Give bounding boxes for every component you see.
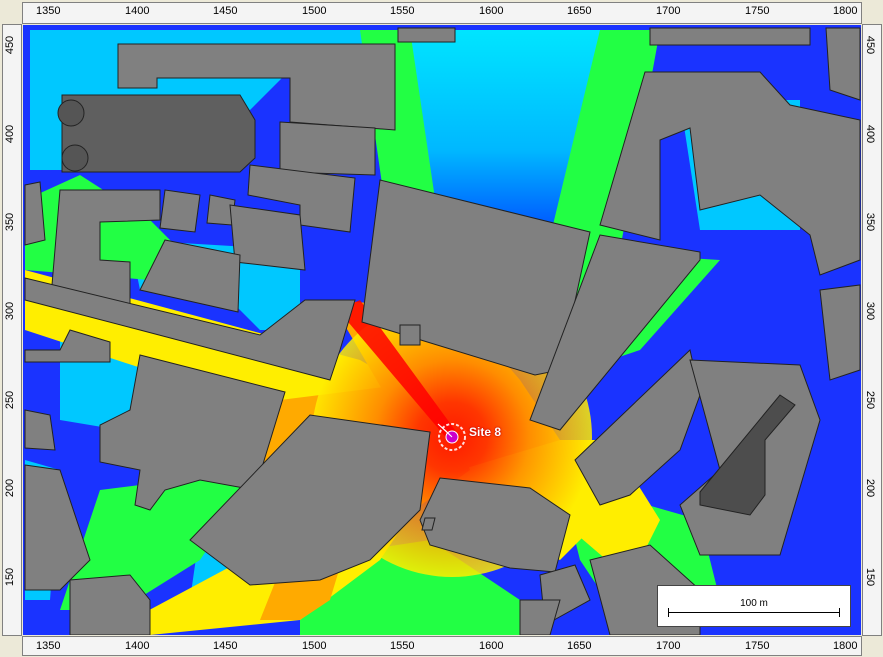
x-tick-label: 1700 — [656, 5, 681, 17]
x-tick-label: 1500 — [302, 640, 327, 652]
x-axis-ruler-bottom: 1350 1400 1450 1500 1550 1600 1650 1700 … — [22, 636, 862, 656]
y-tick-label: 400 — [864, 124, 877, 144]
x-tick-label: 1650 — [567, 640, 592, 652]
building — [159, 189, 201, 233]
x-tick-label: 1400 — [125, 640, 150, 652]
coverage-map[interactable] — [23, 25, 861, 635]
x-tick-label: 1800 — [833, 640, 858, 652]
building — [229, 204, 306, 271]
x-tick-label: 1450 — [213, 640, 238, 652]
y-axis-ruler-right: 450 400 350 300 250 200 150 — [862, 24, 882, 636]
scale-bar: 100 m — [657, 585, 851, 627]
y-tick-label: 150 — [4, 567, 17, 587]
x-tick-label: 1650 — [567, 5, 592, 17]
map-window: 1350 1400 1450 1500 1550 1600 1650 1700 … — [0, 0, 883, 657]
building — [825, 27, 861, 101]
building — [397, 27, 456, 43]
x-tick-label: 1450 — [213, 5, 238, 17]
y-tick-label: 250 — [864, 390, 877, 410]
y-tick-label: 450 — [864, 35, 877, 55]
scale-bar-label: 100 m — [740, 598, 768, 609]
x-tick-label: 1550 — [390, 640, 415, 652]
y-tick-label: 350 — [4, 212, 17, 232]
y-tick-label: 200 — [864, 478, 877, 498]
coverage-map-svg — [23, 25, 861, 635]
building — [61, 94, 256, 173]
site-label: Site 8 — [469, 425, 502, 439]
x-tick-label: 1500 — [302, 5, 327, 17]
y-tick-label: 300 — [864, 301, 877, 321]
y-tick-label: 350 — [864, 212, 877, 232]
building — [649, 27, 811, 46]
x-tick-label: 1350 — [36, 5, 61, 17]
x-tick-label: 1350 — [36, 640, 61, 652]
scale-bar-end — [668, 608, 669, 617]
scale-bar-line — [668, 612, 840, 613]
y-tick-label: 450 — [4, 35, 17, 55]
y-tick-label: 200 — [4, 478, 17, 498]
y-axis-ruler-left: 450 400 350 300 250 200 150 — [2, 24, 22, 636]
building — [399, 324, 421, 346]
x-tick-label: 1400 — [125, 5, 150, 17]
y-tick-label: 300 — [4, 301, 17, 321]
x-tick-label: 1750 — [745, 640, 770, 652]
tower — [57, 99, 85, 127]
building — [279, 121, 376, 176]
tower — [61, 144, 89, 172]
x-tick-label: 1700 — [656, 640, 681, 652]
x-tick-label: 1550 — [390, 5, 415, 17]
x-axis-ruler-top: 1350 1400 1450 1500 1550 1600 1650 1700 … — [22, 2, 862, 24]
y-tick-label: 250 — [4, 390, 17, 410]
y-tick-label: 150 — [864, 567, 877, 587]
x-tick-label: 1800 — [833, 5, 858, 17]
x-tick-label: 1600 — [479, 640, 504, 652]
building — [24, 409, 56, 451]
y-tick-label: 400 — [4, 124, 17, 144]
x-tick-label: 1600 — [479, 5, 504, 17]
scale-bar-end — [839, 608, 840, 617]
x-tick-label: 1750 — [745, 5, 770, 17]
